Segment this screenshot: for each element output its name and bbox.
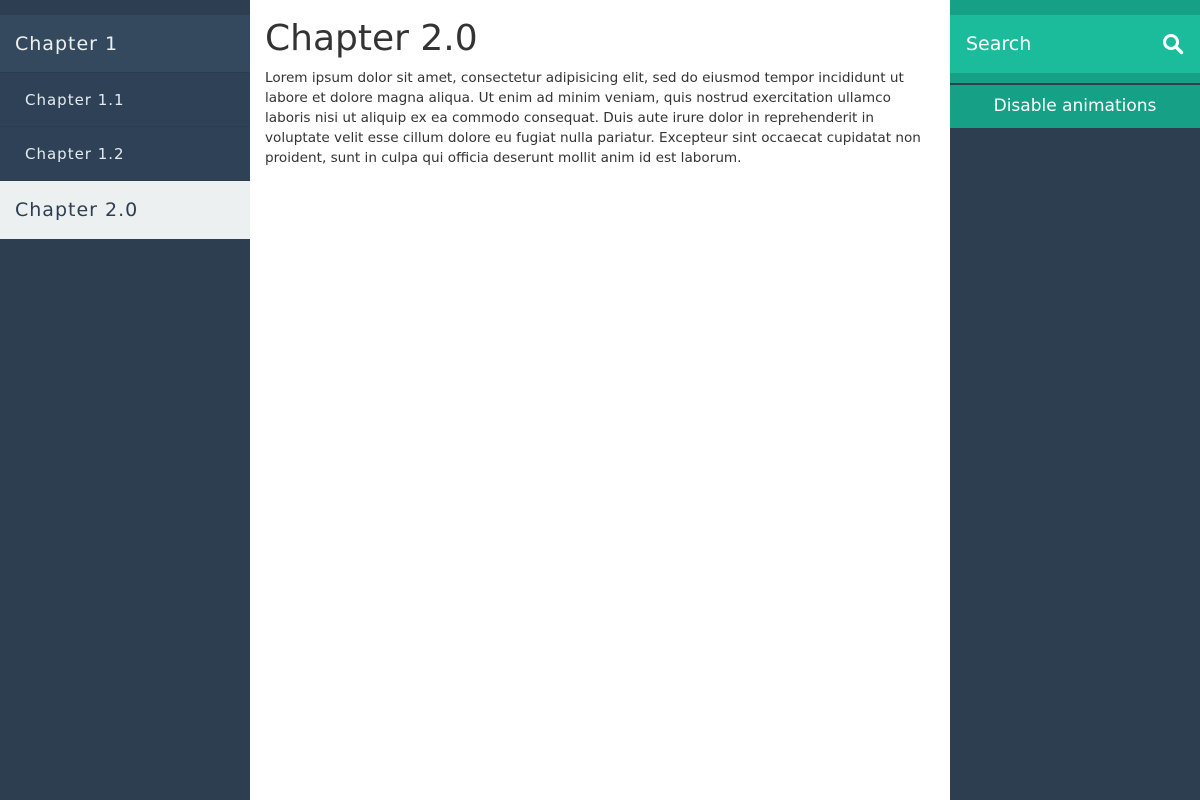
sidebar-item-chapter-1-1[interactable]: Chapter 1.1 xyxy=(0,73,250,127)
sidebar-top-strip xyxy=(0,0,250,15)
main-content: Chapter 2.0 Lorem ipsum dolor sit amet, … xyxy=(250,0,950,800)
search-icon[interactable] xyxy=(1162,33,1184,55)
disable-animations-button[interactable]: Disable animations xyxy=(950,85,1200,128)
sidebar-right: Disable animations xyxy=(950,0,1200,800)
page-body-text: Lorem ipsum dolor sit amet, consectetur … xyxy=(265,70,921,166)
sidebar-item-chapter-1-2[interactable]: Chapter 1.2 xyxy=(0,127,250,181)
sidebar-right-top-strip xyxy=(950,0,1200,15)
sidebar-left: Chapter 1 Chapter 1.1 Chapter 1.2 Chapte… xyxy=(0,0,250,800)
search-box xyxy=(950,15,1200,73)
page-title: Chapter 2.0 xyxy=(265,18,478,59)
sidebar-item-chapter-2-0[interactable]: Chapter 2.0 xyxy=(0,181,250,239)
sidebar-item-chapter-1[interactable]: Chapter 1 xyxy=(0,15,250,73)
divider xyxy=(950,73,1200,85)
